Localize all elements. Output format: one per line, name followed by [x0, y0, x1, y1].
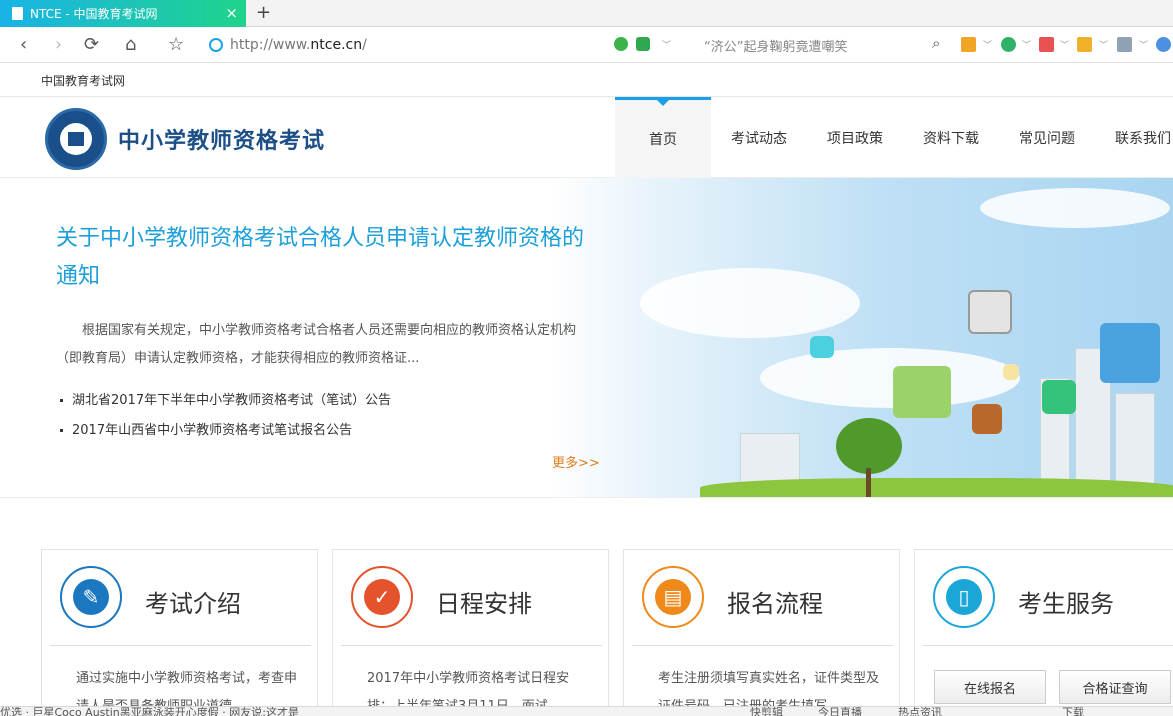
- building-decoration: [1115, 393, 1155, 488]
- url-field[interactable]: http://www.ntce.cn/: [205, 33, 685, 57]
- leaf-icon[interactable]: [636, 37, 650, 51]
- green-cube-icon: [893, 366, 951, 418]
- cloud-decoration: [980, 188, 1170, 228]
- search-suggestion[interactable]: “济公”起身鞠躬竟遭嘲笑: [704, 36, 847, 55]
- nav-faq[interactable]: 常见问题: [999, 97, 1095, 178]
- url-dropdown-icon[interactable]: ﹀: [662, 38, 671, 51]
- tab-close-icon[interactable]: ×: [225, 4, 238, 22]
- clock-cube-icon: [1042, 380, 1076, 414]
- speed-mode-icon[interactable]: [614, 37, 628, 51]
- grass-decoration: [700, 478, 1173, 497]
- nav-exam-news[interactable]: 考试动态: [711, 97, 807, 178]
- card-exam-intro[interactable]: ✎ 考试介绍 通过实施中小学教师资格考试，考查申请人是否具备教师职业道德: [41, 549, 318, 716]
- tab-bar: NTCE - 中国教育考试网 × +: [0, 0, 1173, 27]
- translate-dropdown-icon[interactable]: ﹀: [1060, 38, 1069, 51]
- brown-cube-icon: [972, 404, 1002, 434]
- card-divider: [923, 645, 1173, 646]
- document-edit-icon: ✎: [60, 566, 122, 628]
- image-tool-icon[interactable]: [1117, 37, 1132, 52]
- home-icon[interactable]: ⌂: [125, 34, 136, 55]
- find-icon[interactable]: [1156, 37, 1171, 52]
- status-bar: 优选 · 巨星Coco Austin黑亚麻泳装开心度假 · 网友说:这才是 快剪…: [0, 706, 1173, 716]
- banner-news-list: 湖北省2017年下半年中小学教师资格考试（笔试）公告 2017年山西省中小学教师…: [60, 390, 391, 450]
- bookmark-bar: 中国教育考试网: [0, 63, 1173, 97]
- music-cube-icon: [1100, 323, 1160, 383]
- certificate-query-button[interactable]: 合格证查询: [1059, 670, 1171, 704]
- security-shield-icon[interactable]: [1001, 37, 1016, 52]
- card-title: 考试介绍: [145, 590, 241, 618]
- new-tab-icon[interactable]: +: [256, 2, 271, 23]
- site-logo[interactable]: [45, 108, 107, 170]
- translate-icon[interactable]: [1039, 37, 1054, 52]
- logo-emblem-icon: [60, 123, 92, 155]
- shield-dropdown-icon[interactable]: ﹀: [1022, 38, 1031, 51]
- nav-downloads[interactable]: 资料下载: [903, 97, 999, 178]
- checkmark-icon: ✓: [351, 566, 413, 628]
- card-title: 日程安排: [436, 590, 532, 618]
- forward-icon[interactable]: ›: [55, 34, 62, 55]
- reload-icon[interactable]: ⟳: [84, 34, 99, 55]
- banner-headline[interactable]: 关于中小学教师资格考试合格人员申请认定教师资格的通知: [56, 220, 596, 296]
- card-registration[interactable]: ▤ 报名流程 考生注册须填写真实姓名，证件类型及证件号码，已注册的考生填写: [623, 549, 900, 716]
- card-divider: [632, 645, 893, 646]
- status-quick-edit[interactable]: 快剪辑: [750, 707, 783, 716]
- browser-window: NTCE - 中国教育考试网 × + ‹ › ⟳ ⌂ ☆ http://www.…: [0, 0, 1173, 716]
- contact-book-icon: ▯: [933, 566, 995, 628]
- card-candidate-service: ▯ 考生服务 在线报名 合格证查询: [914, 549, 1173, 716]
- apps-icon[interactable]: [961, 37, 976, 52]
- cloud-decoration: [760, 348, 1020, 408]
- site-title[interactable]: 中小学教师资格考试: [118, 123, 325, 155]
- card-title: 报名流程: [727, 590, 823, 618]
- card-title: 考生服务: [1018, 590, 1114, 618]
- status-hot-news[interactable]: 热点资讯: [898, 707, 942, 716]
- status-download[interactable]: 下载: [1062, 707, 1084, 716]
- image-tool-dropdown-icon[interactable]: ﹀: [1139, 38, 1148, 51]
- cloud-decoration: [640, 268, 860, 338]
- tree-decoration: [836, 418, 902, 474]
- more-link[interactable]: 更多>>: [552, 452, 600, 471]
- card-schedule[interactable]: ✓ 日程安排 2017年中小学教师资格考试日程安排：上半年笔试3月11日，面试: [332, 549, 609, 716]
- news-link[interactable]: 湖北省2017年下半年中小学教师资格考试（笔试）公告: [60, 390, 391, 420]
- address-toolbar: ‹ › ⟳ ⌂ ☆ http://www.ntce.cn/ ﹀ “济公”起身鞠躬…: [0, 27, 1173, 63]
- favorite-star-icon[interactable]: ☆: [168, 34, 184, 55]
- banner-description: 根据国家有关规定，中小学教师资格考试合格者人员还需要向相应的教师资格认定机构（即…: [56, 323, 577, 366]
- screenshot-icon[interactable]: [1077, 37, 1092, 52]
- card-divider: [341, 645, 602, 646]
- nav-contact[interactable]: 联系我们: [1095, 97, 1173, 178]
- form-icon: ▤: [642, 566, 704, 628]
- news-ticker[interactable]: 优选 · 巨星Coco Austin黑亚麻泳装开心度假 · 网友说:这才是: [0, 707, 299, 716]
- card-divider: [50, 645, 311, 646]
- active-tab[interactable]: NTCE - 中国教育考试网 ×: [0, 0, 246, 27]
- url-text: http://www.ntce.cn/: [230, 37, 367, 53]
- hero-banner: 关于中小学教师资格考试合格人员申请认定教师资格的通知 根据国家有关规定，中小学教…: [0, 178, 1173, 498]
- tree-trunk-decoration: [866, 468, 871, 497]
- back-icon[interactable]: ‹: [20, 34, 27, 55]
- news-link[interactable]: 2017年山西省中小学教师资格考试笔试报名公告: [60, 420, 391, 450]
- search-icon[interactable]: ⌕: [932, 34, 940, 52]
- page-favicon-icon: [12, 7, 23, 20]
- online-registration-button[interactable]: 在线报名: [934, 670, 1046, 704]
- bookmark-item[interactable]: 中国教育考试网: [41, 72, 125, 89]
- site-security-icon: [209, 38, 223, 52]
- site-header: 中小学教师资格考试 首页 考试动态 项目政策 资料下载 常见问题 联系我们: [0, 97, 1173, 178]
- screenshot-dropdown-icon[interactable]: ﹀: [1099, 38, 1108, 51]
- small-cube-icon: [1003, 364, 1019, 380]
- nav-policies[interactable]: 项目政策: [807, 97, 903, 178]
- status-live[interactable]: 今日直播: [818, 707, 862, 716]
- apps-dropdown-icon[interactable]: ﹀: [983, 38, 992, 51]
- cyan-cube-icon: [810, 336, 834, 358]
- piano-cube-icon: [968, 290, 1012, 334]
- nav-home[interactable]: 首页: [615, 97, 711, 178]
- tab-title: NTCE - 中国教育考试网: [30, 7, 158, 21]
